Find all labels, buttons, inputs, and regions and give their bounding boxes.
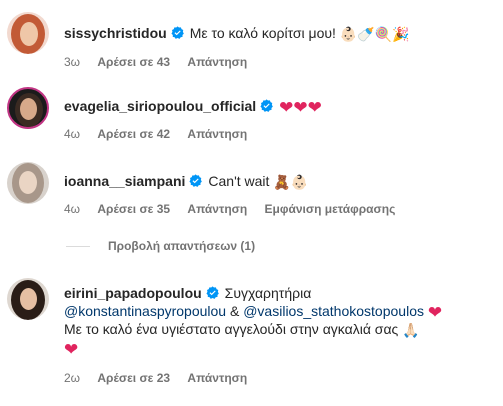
mention-link[interactable]: @konstantinaspyropoulou <box>64 303 226 319</box>
avatar[interactable] <box>7 87 49 129</box>
mention-link[interactable]: @vasilios_stathokostopoulos <box>243 303 424 319</box>
reply-button[interactable]: Απάντηση <box>187 202 247 216</box>
likes-count[interactable]: Αρέσει σε 23 <box>97 371 170 385</box>
heart-icon: ❤ <box>427 303 443 322</box>
reply-button[interactable]: Απάντηση <box>187 127 247 141</box>
verified-badge-icon <box>171 26 184 39</box>
view-replies-label: Προβολή απαντήσεων (1) <box>108 239 256 253</box>
baby-bottle-emoji: 🍼 <box>357 26 375 42</box>
comment-text: Με το καλό κορίτσι μου! <box>189 25 336 41</box>
likes-count[interactable]: Αρέσει σε 42 <box>97 127 170 141</box>
reply-button[interactable]: Απάντηση <box>187 371 247 385</box>
praying-hands-emoji: 🙏🏻 <box>402 322 420 338</box>
comment-username[interactable]: eirini_papadopoulou <box>64 285 202 301</box>
comment-text: Can't wait <box>208 173 270 189</box>
likes-count[interactable]: Αρέσει σε 35 <box>97 202 170 216</box>
comment-time: 2ω <box>64 371 81 385</box>
verified-badge-icon <box>206 286 219 299</box>
heart-icon: ❤ <box>307 98 322 117</box>
reply-button[interactable]: Απάντηση <box>187 55 247 69</box>
baby-emoji: 👶🏻 <box>339 26 358 42</box>
avatar[interactable] <box>7 278 49 320</box>
lollipop-emoji: 🍭 <box>374 26 393 42</box>
replies-divider <box>66 245 90 247</box>
comment-time: 4ω <box>64 202 81 216</box>
view-replies-button[interactable]: Προβολή απαντήσεων (1) <box>66 239 255 253</box>
avatar[interactable] <box>7 12 49 54</box>
heart-icon: ❤ <box>293 98 308 117</box>
verified-badge-icon <box>260 99 274 112</box>
verified-badge-icon <box>189 174 203 187</box>
comment-text: Με το καλό ένα υγιέστατο αγγελούδι στην … <box>64 321 399 337</box>
comment-username[interactable]: sissychristidou <box>64 25 167 41</box>
comment-time: 3ω <box>64 55 81 69</box>
party-popper-emoji: 🎉 <box>392 26 410 42</box>
heart-icon: ❤ <box>279 98 294 117</box>
avatar[interactable] <box>7 162 49 204</box>
comment-username[interactable]: ioanna__siampani <box>64 173 185 189</box>
likes-count[interactable]: Αρέσει σε 43 <box>97 55 170 69</box>
teddy-bear-emoji: 🧸 <box>273 174 291 190</box>
ampersand-text: & <box>229 303 240 319</box>
comment-username[interactable]: evagelia_siriopoulou_official <box>64 98 256 114</box>
heart-icon: ❤ <box>64 340 79 359</box>
comment-text: Συγχαρητήρια <box>224 285 312 301</box>
comment-time: 4ω <box>64 127 81 141</box>
baby-emoji: 👶🏻 <box>290 174 309 190</box>
show-translation-button[interactable]: Εμφάνιση μετάφρασης <box>265 202 396 216</box>
